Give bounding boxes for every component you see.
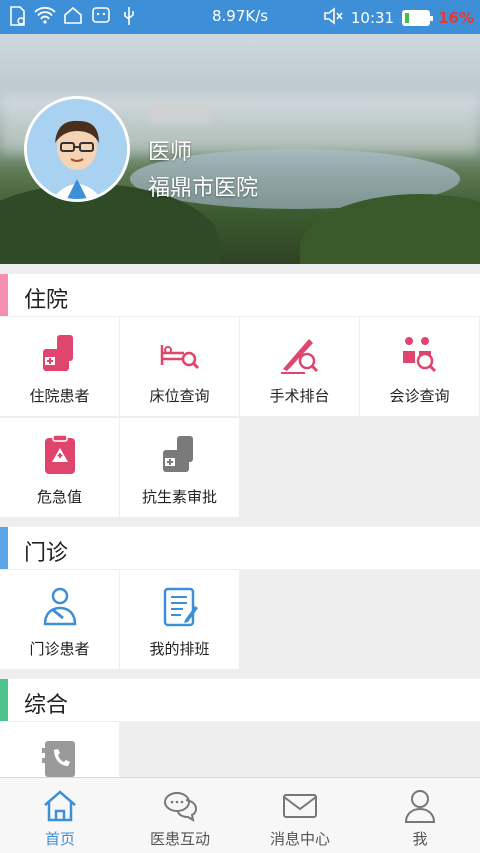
- outpatient-icon: [43, 587, 77, 626]
- section-accent-bar: [0, 527, 8, 569]
- nav-home[interactable]: 首页: [0, 778, 120, 853]
- battery-percent: 16%: [438, 9, 474, 27]
- section-general: 综合: [0, 679, 480, 721]
- menu-item-consultation-query[interactable]: 会诊查询: [360, 317, 479, 416]
- menu-item-label: 住院患者: [29, 387, 90, 405]
- battery-fill: [405, 13, 409, 23]
- critical-value-icon: [45, 434, 75, 474]
- status-right: 10:31 16%: [323, 7, 474, 29]
- home-icon: [62, 6, 84, 28]
- menu-item-label: 抗生素审批: [141, 488, 217, 506]
- chat-icon: [164, 792, 198, 823]
- menu-item-my-schedule[interactable]: 我的排班: [120, 570, 239, 669]
- network-speed: 8.97K/s: [212, 7, 269, 25]
- schedule-icon: [163, 587, 198, 627]
- nav-label: 消息中心: [269, 830, 330, 848]
- inpatient-grid: 住院患者 床位查询 手术排台 会诊查询 危急值 抗生素审批: [0, 317, 480, 517]
- menu-item-surgery-schedule[interactable]: 手术排台: [240, 317, 359, 416]
- menu-item-label: 会诊查询: [389, 387, 450, 405]
- menu-item-label: 手术排台: [269, 387, 330, 405]
- nav-label: 医患互动: [149, 830, 210, 848]
- bottom-nav: 首页 医患互动 消息中心 我: [0, 777, 480, 853]
- menu-item-outpatient-patients[interactable]: 门诊患者: [0, 570, 119, 669]
- consultation-icon: [403, 337, 437, 373]
- nav-label: 首页: [44, 830, 75, 848]
- section-accent-bar: [0, 679, 8, 721]
- surgery-icon: [281, 339, 319, 374]
- section-outpatient: 门诊: [0, 527, 480, 569]
- hospital-name: 福鼎市医院: [148, 176, 259, 201]
- mute-icon: [323, 7, 343, 29]
- inpatient-icon: [43, 335, 73, 371]
- nav-me[interactable]: 我: [360, 778, 480, 853]
- nav-label: 我: [412, 830, 428, 848]
- menu-item-label: 危急值: [36, 488, 82, 506]
- status-bar: 8.97K/s 10:31 16%: [0, 0, 480, 34]
- mail-icon: [283, 794, 317, 818]
- usb-icon: [118, 6, 140, 28]
- status-left-icons: [6, 6, 140, 28]
- sim-icon: [6, 6, 28, 28]
- user-icon: [404, 790, 436, 823]
- nav-doctor-patient-interaction[interactable]: 医患互动: [120, 778, 240, 853]
- menu-item-antibiotic-approval[interactable]: 抗生素审批: [120, 418, 239, 517]
- nav-message-center[interactable]: 消息中心: [240, 778, 360, 853]
- phonebook-icon: [42, 741, 75, 777]
- profile-banner: 医师 福鼎市医院: [0, 34, 480, 264]
- menu-item-label: 床位查询: [149, 387, 210, 405]
- battery-icon: [402, 10, 434, 26]
- wifi-icon: [34, 6, 56, 28]
- menu-item-inpatient-patients[interactable]: 住院患者: [0, 317, 119, 416]
- section-title: 住院: [24, 288, 69, 313]
- menu-item-label: 门诊患者: [29, 640, 90, 658]
- blurred-username: [148, 100, 210, 124]
- app-face-icon: [90, 6, 112, 28]
- home-icon: [44, 790, 76, 822]
- section-title: 综合: [24, 693, 69, 718]
- menu-item-bed-query[interactable]: 床位查询: [120, 317, 239, 416]
- section-title: 门诊: [24, 541, 69, 566]
- menu-item-critical-value[interactable]: 危急值: [0, 418, 119, 517]
- menu-item-phonebook[interactable]: [0, 722, 119, 777]
- section-accent-bar: [0, 274, 8, 316]
- general-grid: [0, 722, 480, 777]
- clock: 10:31: [350, 9, 395, 27]
- menu-item-label: 我的排班: [149, 640, 210, 658]
- bed-search-icon: [160, 345, 200, 370]
- avatar[interactable]: [24, 96, 130, 202]
- doctor-role: 医师: [148, 140, 193, 165]
- antibiotic-icon: [163, 436, 193, 472]
- outpatient-grid: 门诊患者 我的排班: [0, 570, 480, 669]
- section-inpatient: 住院: [0, 274, 480, 316]
